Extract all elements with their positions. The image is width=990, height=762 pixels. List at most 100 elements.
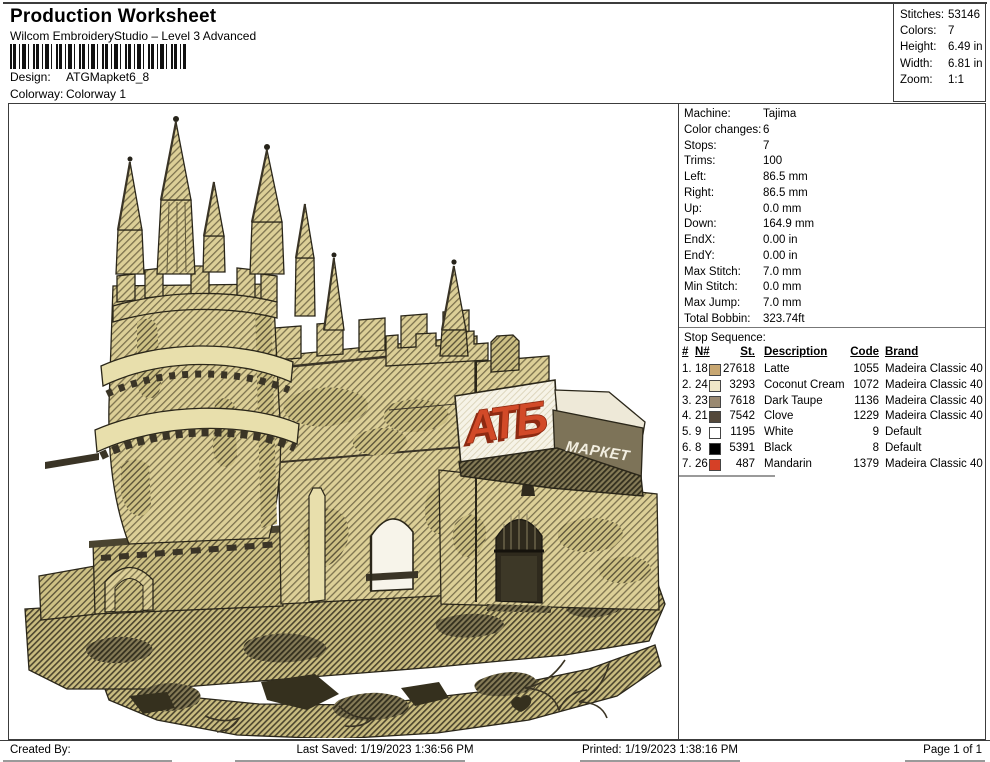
thread-code: 1136 [827,394,879,410]
table-end-rule [679,475,775,477]
stitch-count: 27618 [719,362,755,378]
machine-info-panel: Machine: Tajima Color changes: 6 Stops: … [678,104,985,739]
design-summary-box: Stitches:53146 Colors:7 Height:6.49 in W… [893,2,986,102]
thread-code: 1072 [827,378,879,394]
thread-brand: Madeira Classic 40 [885,362,983,378]
thread-brand: Madeira Classic 40 [885,409,983,425]
summary-value: 53146 [948,9,980,21]
stop-sequence-divider [679,327,985,328]
thread-description: Clove [764,409,793,425]
machine-info-value: 7.0 mm [763,296,801,312]
summary-label: Zoom: [900,72,948,88]
needle-number: 24 [695,378,708,394]
stop-index: 7. [682,457,692,473]
stop-sequence-row: 5. 9 1195 White 9 Default [679,425,985,441]
machine-info-label: Right: [684,186,714,202]
machine-info-label: Down: [684,217,717,233]
machine-info-row: Trims: 100 [679,154,985,170]
needle-number: 9 [695,425,701,441]
thread-code: 1379 [827,457,879,473]
machine-info-row: Max Stitch: 7.0 mm [679,265,985,281]
machine-info-value: 164.9 mm [763,217,814,233]
thread-brand: Madeira Classic 40 [885,378,983,394]
castle-tower [95,266,299,544]
machine-info-label: EndY: [684,249,715,265]
stop-index: 5. [682,425,692,441]
machine-info-row: Down: 164.9 mm [679,217,985,233]
thread-brand: Madeira Classic 40 [885,457,983,473]
machine-info-label: Stops: [684,139,717,155]
machine-info-row: Up: 0.0 mm [679,202,985,218]
summary-value: 1:1 [948,74,964,86]
stitch-count: 3293 [719,378,755,394]
summary-label: Colors: [900,23,948,39]
stop-index: 6. [682,441,692,457]
thread-description: White [764,425,793,441]
machine-info-label: Max Stitch: [684,265,741,281]
design-barcode [10,44,186,69]
machine-info-label: Left: [684,170,706,186]
stop-sequence-title: Stop Sequence: [684,330,766,346]
summary-value: 6.81 in [948,58,983,70]
machine-info-label: Up: [684,202,702,218]
machine-info-label: Machine: [684,107,731,123]
summary-value: 6.49 in [948,41,983,53]
summary-row: Zoom:1:1 [900,72,985,88]
page-indicator: Page 1 of 1 [770,744,982,756]
page-title: Production Worksheet [10,6,216,28]
machine-info-value: 7 [763,139,769,155]
design-preview: АТБ АТБ МАРКЕТ [9,104,678,738]
col-description: Description [764,346,827,358]
machine-info-row: Right: 86.5 mm [679,186,985,202]
summary-row: Width:6.81 in [900,56,985,72]
castle-illustration: АТБ АТБ МАРКЕТ [25,116,665,738]
machine-info-value: 0.0 mm [763,202,801,218]
summary-label: Height: [900,39,948,55]
pillar [309,488,325,602]
summary-value: 7 [948,25,954,37]
design-label: Design: [10,70,66,84]
stitch-count: 7542 [719,409,755,425]
thread-description: Dark Taupe [764,394,823,410]
stop-index: 4. [682,409,692,425]
summary-label: Width: [900,56,948,72]
stitch-count: 7618 [719,394,755,410]
machine-info-label: EndX: [684,233,715,249]
machine-info-row: Max Jump: 7.0 mm [679,296,985,312]
col-number: # [682,346,688,358]
thread-code: 8 [827,441,879,457]
design-row: Design:ATGMapket6_8 [10,70,149,84]
machine-info-label: Color changes: [684,123,761,139]
machine-info-label: Max Jump: [684,296,740,312]
needle-number: 8 [695,441,701,457]
last-saved-text: Last Saved: 1/19/2023 1:36:56 PM [220,744,550,756]
stop-sequence-row: 6. 8 5391 Black 8 Default [679,441,985,457]
machine-info-value: 0.00 in [763,233,798,249]
colorway-row: Colorway:Colorway 1 [10,87,126,101]
app-subtitle: Wilcom EmbroideryStudio – Level 3 Advanc… [10,29,256,43]
col-stitches: St. [719,346,755,358]
summary-row: Stitches:53146 [900,7,985,23]
design-value: ATGMapket6_8 [66,70,149,84]
machine-info-rows: Machine: Tajima Color changes: 6 Stops: … [679,107,985,328]
right-spire [442,266,466,330]
thread-code: 1229 [827,409,879,425]
sheet-footer: Created By: Last Saved: 1/19/2023 1:36:5… [0,740,990,762]
thread-description: Mandarin [764,457,812,473]
sheet-top-rule [3,2,987,4]
stop-index: 3. [682,394,692,410]
col-code: Code [827,346,879,358]
stop-sequence-header: # N# St. Description Code Brand [679,346,985,361]
stop-index: 2. [682,378,692,394]
summary-row: Height:6.49 in [900,39,985,55]
stitch-count: 1195 [719,425,755,441]
machine-info-value: 0.0 mm [763,280,801,296]
stop-sequence-row: 7. 26 487 Mandarin 1379 Madeira Classic … [679,457,985,473]
needle-number: 18 [695,362,708,378]
thread-code: 9 [827,425,879,441]
machine-info-row: Min Stitch: 0.0 mm [679,280,985,296]
machine-info-row: Left: 86.5 mm [679,170,985,186]
thread-code: 1055 [827,362,879,378]
machine-info-value: 86.5 mm [763,186,808,202]
machine-info-label: Min Stitch: [684,280,738,296]
